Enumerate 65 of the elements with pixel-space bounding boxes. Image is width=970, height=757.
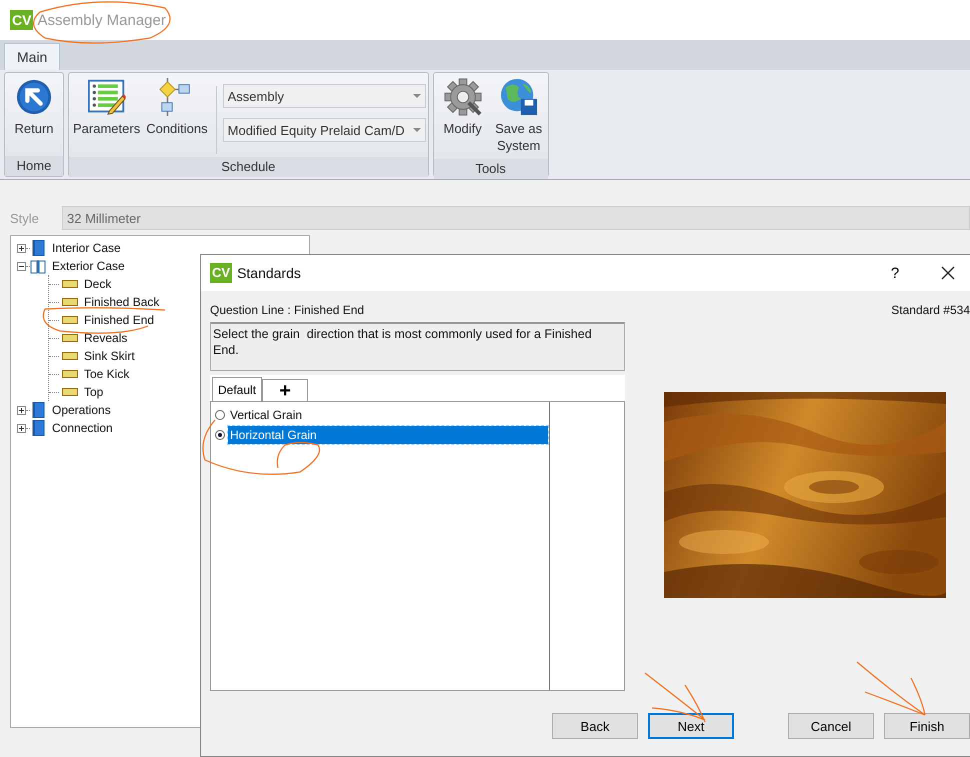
ribbon-tab[interactable]: Main [4,43,60,70]
add-tab[interactable]: + [262,379,308,401]
open-book-icon [30,258,46,274]
app-logo: CV [10,10,34,30]
part-icon [62,370,78,378]
annotation-mark [856,661,926,716]
group-label: Tools [434,159,548,179]
caret-icon [412,94,421,98]
window-title: Assembly Manager [37,12,166,28]
style-field[interactable]: 32 Millimeter [62,206,970,230]
dropdown[interactable]: Modified Equity Prelaid Cam/D [222,118,426,142]
tree-item[interactable]: Exterior Case [52,259,125,273]
expand-icon[interactable] [17,244,26,252]
radio-button[interactable] [215,410,225,420]
part-icon [62,334,78,342]
caret-icon [412,128,421,132]
group-label: Schedule [69,157,428,177]
collapse-icon[interactable] [17,262,26,270]
expand-icon[interactable] [17,424,26,432]
tree-item[interactable]: Toe Kick [84,367,130,381]
tree-item[interactable]: Deck [84,277,112,291]
expand-icon[interactable] [17,406,26,414]
tree-item[interactable]: Sink Skirt [84,349,135,363]
part-icon [62,298,78,306]
list-pencil-icon [88,78,126,116]
standard-number: Standard #534 [891,303,970,317]
group-label: Home [5,156,63,176]
ribbon-button[interactable]: Save as System [492,76,546,156]
tree-item[interactable]: Finished Back [84,295,160,309]
tree-item[interactable]: Connection [52,421,113,435]
tree-item[interactable]: Interior Case [52,241,121,255]
tree-item[interactable]: Top [84,385,104,399]
close-icon [941,266,955,280]
book-icon [30,420,46,436]
annotation-mark [644,672,706,723]
ribbon-button[interactable]: Modify [436,76,490,139]
field-label: Style [9,210,40,226]
dialog-button[interactable]: Cancel [788,713,874,739]
dialog-button[interactable]: Finish [884,713,970,739]
globe-save-icon [500,78,538,116]
ribbon-button[interactable]: Parameters [71,76,142,139]
dialog-button[interactable]: Next [648,713,734,739]
part-icon [62,316,78,324]
option-label[interactable]: Horizontal Grain [228,426,548,444]
part-icon [62,388,78,396]
part-icon [62,352,78,360]
tree-item[interactable]: Finished End [84,313,154,327]
book-icon [30,402,46,418]
dialog-button[interactable]: Back [552,713,638,739]
book-icon [30,240,46,256]
radio-button[interactable] [215,430,225,440]
ribbon-button[interactable]: Conditions [144,76,210,139]
tree-item[interactable]: Reveals [84,331,128,345]
ribbon-button[interactable]: Return [7,76,61,139]
description-box: Select the grain direction that is most commonly used for a Finished End. [210,322,625,371]
part-icon [62,280,78,288]
question-line: Question Line : Finished End [210,303,366,317]
app-logo: CV [210,263,232,283]
option-label[interactable]: Vertical Grain [228,406,548,424]
tree-item[interactable]: Operations [52,403,111,417]
dialog-title: Standards [237,265,301,281]
gear-wrench-icon [444,78,482,116]
help-button[interactable]: ? [873,258,917,288]
tab[interactable]: Default [212,377,262,401]
dropdown[interactable]: Assembly [222,84,426,108]
